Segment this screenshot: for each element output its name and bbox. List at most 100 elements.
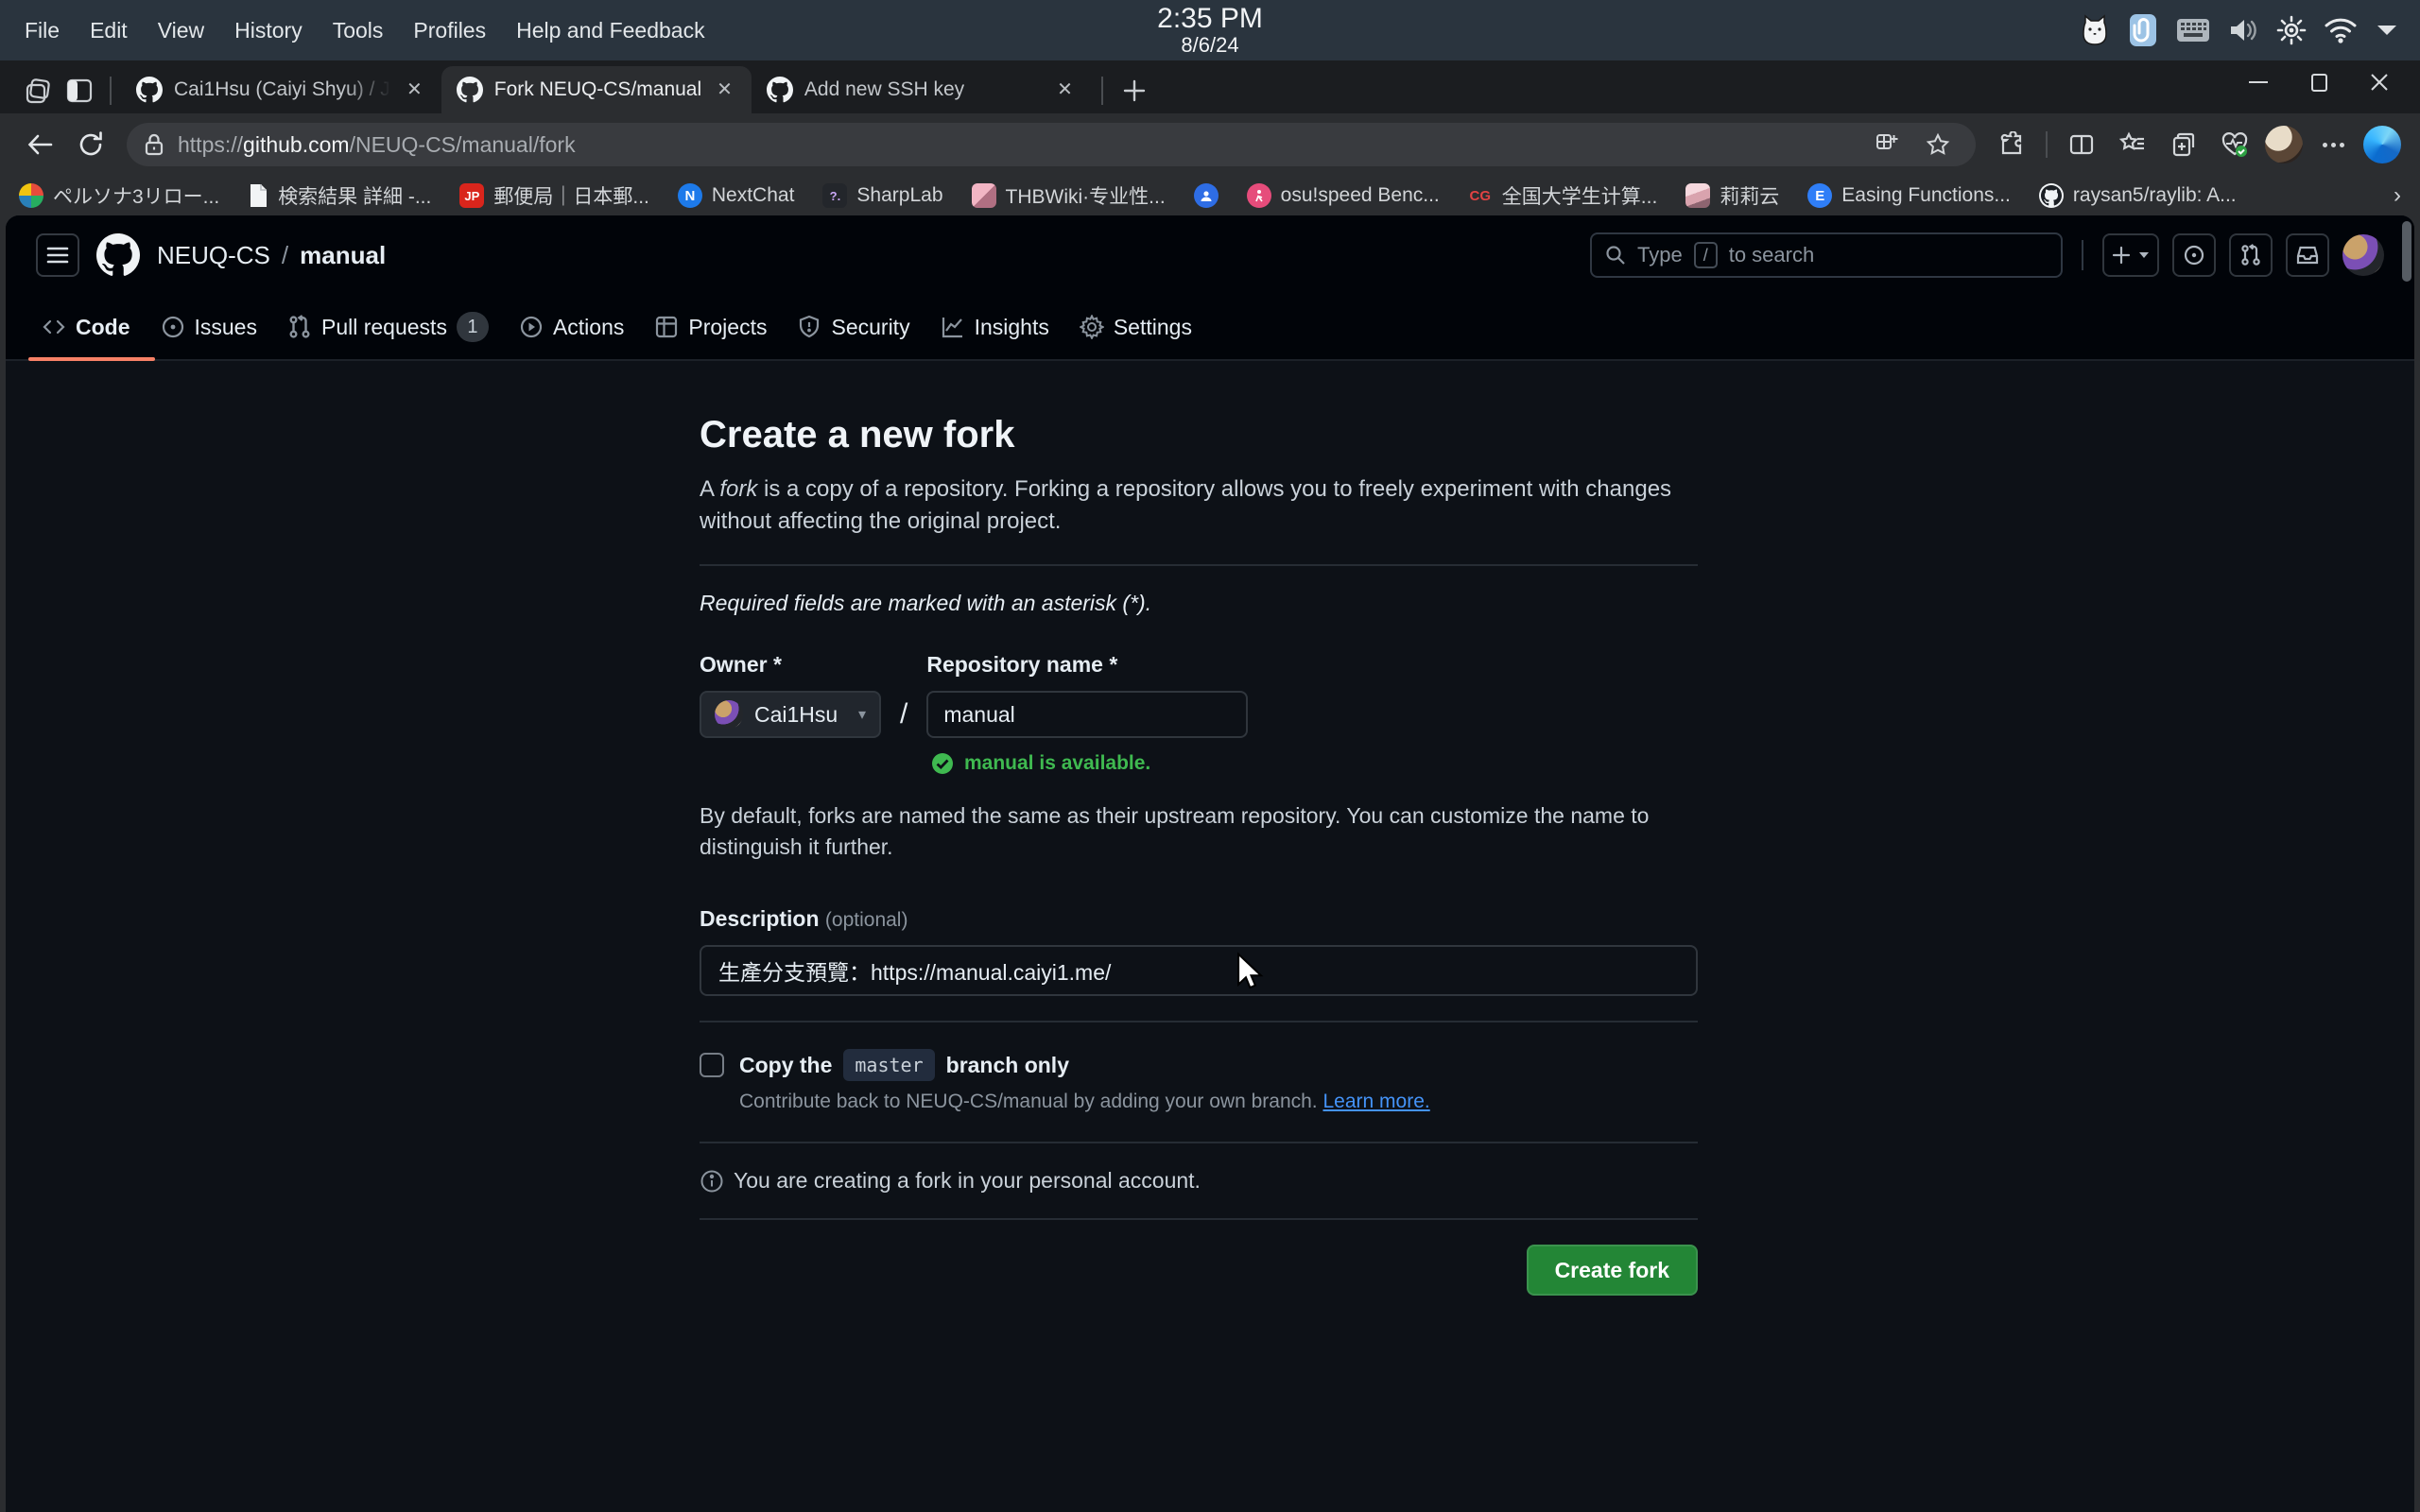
cat-icon[interactable] (2080, 13, 2110, 47)
tab-title: Add new SSH key (804, 78, 964, 101)
tab-actions-icon[interactable] (59, 68, 100, 113)
tab-insights[interactable]: Insights (925, 294, 1064, 360)
os-top-bar: File Edit View History Tools Profiles He… (0, 0, 2420, 60)
breadcrumb-repo-link[interactable]: manual (300, 241, 386, 270)
favorite-star-icon[interactable] (1917, 124, 1959, 165)
nextchat-icon: N (678, 183, 702, 208)
menu-history[interactable]: History (234, 18, 302, 43)
wifi-icon[interactable] (2324, 17, 2358, 43)
copy-branch-label[interactable]: Copy the master branch only (739, 1049, 1069, 1081)
git-pull-request-icon (2239, 244, 2262, 266)
clipboard-icon[interactable] (2127, 12, 2159, 48)
maximize-button[interactable] (2307, 70, 2331, 94)
cg-logo-icon: CG (1468, 183, 1493, 208)
issue-opened-icon (161, 315, 185, 339)
repository-name-input[interactable] (926, 691, 1248, 738)
tab-close-icon[interactable]: ✕ (403, 78, 426, 101)
tab-settings[interactable]: Settings (1064, 294, 1207, 360)
menu-edit[interactable]: Edit (90, 18, 128, 43)
bookmark-persona3[interactable]: ペルソナ3リロー... (19, 181, 219, 210)
bookmark-japan-post[interactable]: JP 郵便局｜日本郵... (459, 181, 649, 210)
bookmark-osu-speed[interactable]: osu!speed Benc... (1247, 183, 1440, 208)
menu-help-feedback[interactable]: Help and Feedback (516, 18, 704, 43)
bookmark-sharplab[interactable]: ?. SharpLab (822, 183, 942, 208)
bookmark-liliyun[interactable]: 莉莉云 (1685, 181, 1779, 210)
bookmark-icon-only[interactable] (1194, 183, 1219, 208)
bookmark-collegecontest[interactable]: CG 全国大学生计算... (1468, 181, 1658, 210)
hamburger-menu-icon[interactable] (36, 233, 79, 277)
gear-icon (1080, 315, 1104, 339)
menu-file[interactable]: File (25, 18, 60, 43)
issues-button[interactable] (2172, 233, 2216, 277)
address-bar[interactable]: https://github.com/NEUQ-CS/manual/fork (127, 123, 1976, 166)
owner-select[interactable]: Cai1Hsu ▾ (700, 691, 881, 738)
keyboard-icon[interactable] (2176, 17, 2210, 43)
inbox-button[interactable] (2286, 233, 2329, 277)
tab-fork-neuq-cs-manual[interactable]: Fork NEUQ-CS/manual ✕ (441, 66, 752, 113)
tabstrip-separator (1101, 77, 1103, 105)
bookmark-thbwiki[interactable]: THBWiki·专业性... (972, 181, 1166, 210)
browser-essentials-icon[interactable] (2214, 124, 2256, 165)
new-tab-button[interactable] (1113, 68, 1156, 113)
shield-icon (797, 315, 821, 339)
copilot-icon[interactable] (2363, 126, 2401, 163)
github-logo-icon[interactable] (96, 233, 140, 277)
repository-name-label: Repository name * (926, 652, 1248, 678)
tab-pull-requests[interactable]: Pull requests 1 (272, 294, 504, 360)
tab-close-icon[interactable]: ✕ (1053, 78, 1077, 101)
github-user-avatar[interactable] (2342, 234, 2384, 276)
tab-actions[interactable]: Actions (504, 294, 639, 360)
tab-code[interactable]: Code (26, 294, 146, 360)
workspaces-icon[interactable] (17, 68, 59, 113)
page-title: Create a new fork (700, 414, 1698, 456)
tab-title: Cai1Hsu (Caiyi Shyu) / July 20 (174, 78, 391, 101)
back-icon[interactable] (19, 124, 60, 165)
menu-view[interactable]: View (158, 18, 204, 43)
reload-icon[interactable] (70, 124, 112, 165)
pull-requests-button[interactable] (2229, 233, 2273, 277)
play-circle-icon (519, 315, 544, 339)
github-search-input[interactable]: Type / to search (1590, 232, 2063, 278)
tab-security[interactable]: Security (782, 294, 925, 360)
bookmark-search-results[interactable]: 検索結果 詳細 -... (248, 181, 431, 210)
extensions-puzzle-icon[interactable] (1991, 124, 2032, 165)
doll-icon (1685, 183, 1710, 208)
document-icon (248, 183, 268, 208)
breadcrumb-owner-link[interactable]: NEUQ-CS (157, 241, 270, 270)
inbox-icon (2296, 244, 2319, 266)
create-fork-button[interactable]: Create fork (1527, 1245, 1698, 1296)
tab-add-ssh-key[interactable]: Add new SSH key ✕ (752, 66, 1092, 113)
collections-add-icon[interactable] (2163, 124, 2204, 165)
more-ellipsis-icon[interactable] (2312, 124, 2354, 165)
learn-more-link[interactable]: Learn more. (1322, 1091, 1429, 1112)
tab-projects[interactable]: Projects (639, 294, 782, 360)
os-clock[interactable]: 2:35 PM 8/6/24 (1157, 4, 1263, 57)
lock-icon[interactable] (144, 132, 164, 157)
url-text[interactable]: https://github.com/NEUQ-CS/manual/fork (178, 132, 1853, 158)
brightness-icon[interactable] (2276, 15, 2307, 45)
menu-profiles[interactable]: Profiles (413, 18, 486, 43)
repo-nav-tabs: Code Issues Pull requests 1 Actions Proj… (6, 295, 2414, 361)
sharplab-icon: ?. (822, 183, 847, 208)
close-window-button[interactable] (2367, 70, 2392, 94)
app-grid-add-icon[interactable] (1866, 124, 1908, 165)
info-icon (700, 1169, 724, 1194)
tab-cai1hsu-profile[interactable]: Cai1Hsu (Caiyi Shyu) / July 20 ✕ (121, 66, 441, 113)
browser-profile-avatar[interactable] (2265, 126, 2303, 163)
favorites-list-icon[interactable] (2112, 124, 2153, 165)
create-new-button[interactable] (2102, 233, 2159, 277)
description-input[interactable] (700, 945, 1698, 996)
copy-branch-checkbox[interactable] (700, 1053, 724, 1077)
bookmark-nextchat[interactable]: N NextChat (678, 183, 795, 208)
bookmark-raylib[interactable]: raysan5/raylib: A... (2039, 183, 2237, 208)
menu-tools[interactable]: Tools (333, 18, 384, 43)
minimize-button[interactable] (2246, 70, 2271, 94)
bookmark-easing-functions[interactable]: E Easing Functions... (1807, 183, 2011, 208)
tab-close-icon[interactable]: ✕ (713, 78, 736, 101)
split-screen-icon[interactable] (2061, 124, 2102, 165)
caret-down-icon[interactable] (2375, 23, 2399, 38)
bookmarks-overflow-icon[interactable]: › (2394, 182, 2401, 209)
scrollbar-thumb[interactable] (2402, 221, 2411, 282)
volume-icon[interactable] (2227, 16, 2259, 44)
tab-issues[interactable]: Issues (146, 294, 272, 360)
